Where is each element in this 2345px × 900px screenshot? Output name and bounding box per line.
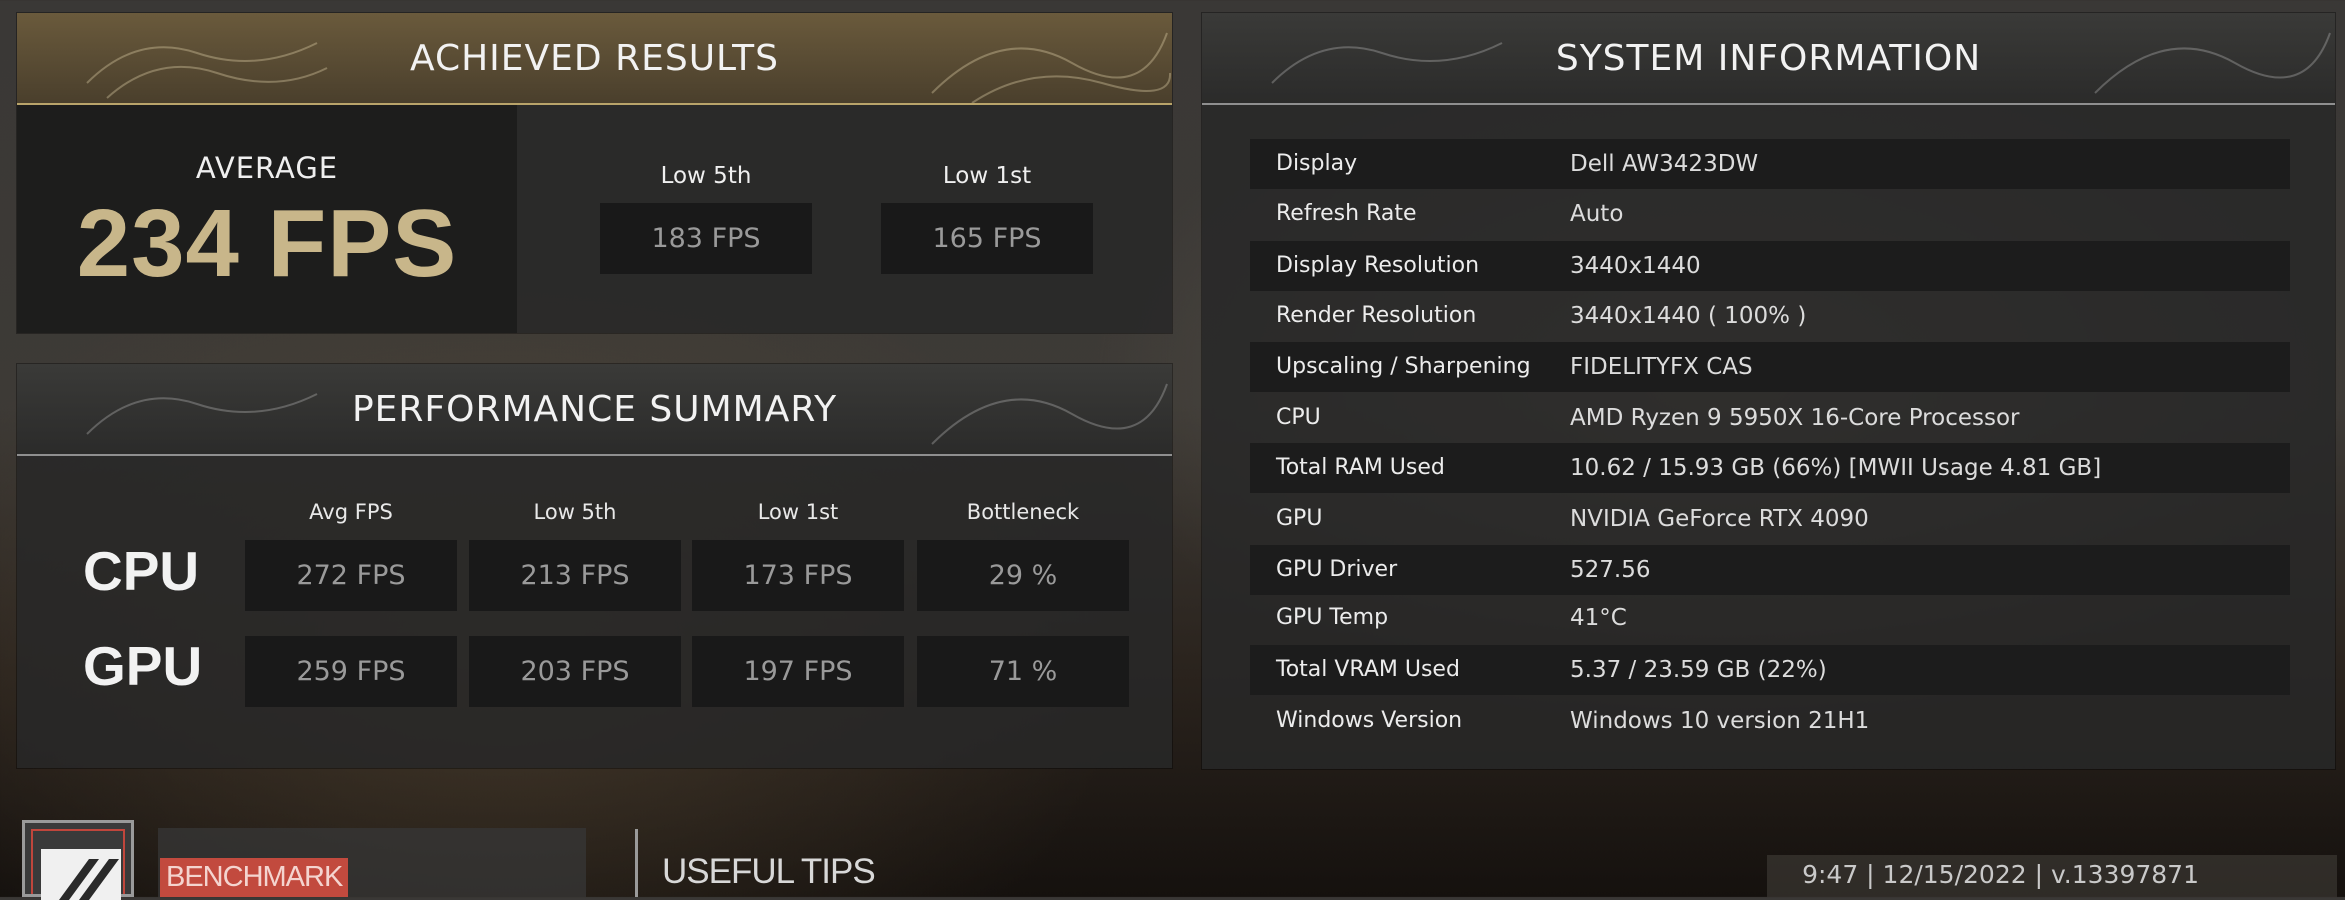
average-label: AVERAGE [195,151,339,185]
info-value: Auto [1570,201,1624,227]
achieved-results-header: ACHIEVED RESULTS [17,13,1172,105]
info-row-gpu-driver: GPU Driver 527.56 [1250,545,2290,595]
header-low-1st: Low 1st [757,500,839,524]
info-value: 41°C [1570,605,1627,631]
topo-map-decoration [1271,42,1503,84]
achieved-results-title: ACHIEVED RESULTS [409,37,779,79]
tips-divider [635,829,638,897]
benchmark-tab-label[interactable]: BENCHMARK [160,858,349,897]
info-key: Upscaling / Sharpening [1276,354,1531,379]
average-fps-value: 234 FPS [76,190,458,297]
info-value: AMD Ryzen 9 5950X 16-Core Processor [1570,405,2020,431]
topo-map-decoration [931,32,1172,103]
info-row-windows-version: Windows Version Windows 10 version 21H1 [1250,696,2290,746]
info-key: Total VRAM Used [1276,657,1460,682]
info-row-total-vram: Total VRAM Used 5.37 / 23.59 GB (22%) [1250,645,2290,695]
info-value: Dell AW3423DW [1570,151,1759,177]
cpu-low-1st: 173 FPS [692,540,904,611]
low-5th-value: 183 FPS [600,203,812,274]
info-key: GPU Driver [1276,557,1398,582]
topo-map-decoration [931,383,1168,445]
system-information-header: SYSTEM INFORMATION [1202,13,2335,105]
info-key: GPU [1276,506,1323,531]
topo-map-decoration [2094,32,2331,94]
performance-summary-title: PERFORMANCE SUMMARY [351,388,838,430]
info-value: FIDELITYFX CAS [1570,354,1753,380]
version-info: 9:47 | 12/15/2022 | v.13397871 [1802,860,2199,889]
info-key: Total RAM Used [1276,455,1445,480]
info-value: 527.56 [1570,557,1651,583]
info-value: Windows 10 version 21H1 [1570,708,1870,734]
header-bottleneck: Bottleneck [966,500,1080,524]
gpu-avg-fps: 259 FPS [245,636,457,707]
low-1st-value: 165 FPS [881,203,1093,274]
info-row-upscaling: Upscaling / Sharpening FIDELITYFX CAS [1250,342,2290,392]
info-key: GPU Temp [1276,605,1389,630]
info-key: Windows Version [1276,708,1463,733]
info-value: NVIDIA GeForce RTX 4090 [1570,506,1869,532]
gpu-low-5th: 203 FPS [469,636,681,707]
system-information-panel: SYSTEM INFORMATION Display Dell AW3423DW… [1202,13,2335,769]
info-value: 5.37 / 23.59 GB (22%) [1570,657,1827,683]
average-fps-box: AVERAGE 234 FPS [17,105,517,333]
achieved-results-panel: ACHIEVED RESULTS AVERAGE 234 FPS Low 5th… [17,13,1172,333]
topo-map-decoration [86,393,318,435]
cpu-low-5th: 213 FPS [469,540,681,611]
info-row-gpu: GPU NVIDIA GeForce RTX 4090 [1250,494,2290,544]
info-value: 3440x1440 ( 100% ) [1570,303,1807,329]
header-avg-fps: Avg FPS [309,500,393,524]
low-5th-label: Low 5th [660,163,752,189]
info-row-gpu-temp: GPU Temp 41°C [1250,593,2290,643]
system-information-title: SYSTEM INFORMATION [1555,37,1982,79]
cpu-bottleneck: 29 % [917,540,1129,611]
low-5th-column: Low 5th 183 FPS [600,163,812,274]
info-row-display-resolution: Display Resolution 3440x1440 [1250,241,2290,291]
performance-summary-header: PERFORMANCE SUMMARY [17,364,1172,456]
gpu-row-label: GPU [83,635,203,697]
benchmark-logo-icon[interactable] [22,820,134,900]
performance-summary-panel: PERFORMANCE SUMMARY Avg FPS Low 5th Low … [17,364,1172,768]
low-1st-label: Low 1st [942,163,1032,189]
header-low-5th: Low 5th [533,500,617,524]
cpu-avg-fps: 272 FPS [245,540,457,611]
info-row-total-ram: Total RAM Used 10.62 / 15.93 GB (66%) [M… [1250,443,2290,493]
info-row-refresh-rate: Refresh Rate Auto [1250,189,2290,239]
info-key: CPU [1276,405,1321,430]
info-key: Display [1276,151,1358,176]
topo-map-decoration [86,42,328,99]
cpu-row-label: CPU [83,540,200,602]
gpu-low-1st: 197 FPS [692,636,904,707]
info-value: 10.62 / 15.93 GB (66%) [MWII Usage 4.81 … [1570,455,2102,481]
slash-logo-icon [41,849,121,900]
info-row-cpu: CPU AMD Ryzen 9 5950X 16-Core Processor [1250,393,2290,443]
gpu-bottleneck: 71 % [917,636,1129,707]
version-bar: 9:47 | 12/15/2022 | v.13397871 [1767,855,2337,897]
info-row-render-resolution: Render Resolution 3440x1440 ( 100% ) [1250,291,2290,341]
useful-tips-tab[interactable]: USEFUL TIPS [662,852,876,892]
info-key: Refresh Rate [1276,201,1417,226]
info-row-display: Display Dell AW3423DW [1250,139,2290,189]
info-key: Render Resolution [1276,303,1477,328]
info-value: 3440x1440 [1570,253,1701,279]
info-key: Display Resolution [1276,253,1480,278]
low-1st-column: Low 1st 165 FPS [881,163,1093,274]
